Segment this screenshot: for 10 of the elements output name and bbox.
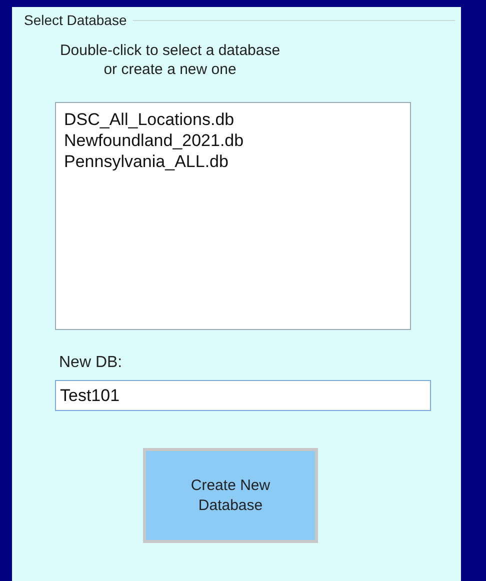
- database-item[interactable]: Newfoundland_2021.db: [64, 130, 402, 151]
- database-item[interactable]: DSC_All_Locations.db: [64, 109, 402, 130]
- group-title: Select Database: [23, 12, 128, 28]
- instruction-text: or create a new one: [104, 61, 236, 78]
- database-list[interactable]: DSC_All_Locations.db Newfoundland_2021.db Pennsylvania_ALL.db: [55, 102, 411, 330]
- database-name-field[interactable]: Test101: [55, 380, 431, 411]
- field-label: New DB:: [59, 354, 122, 372]
- instruction-text: Double-click to select a database: [60, 42, 280, 59]
- database-item[interactable]: Pennsylvania_ALL.db: [64, 151, 402, 172]
- create-database-button[interactable]: Create New Database: [143, 448, 318, 543]
